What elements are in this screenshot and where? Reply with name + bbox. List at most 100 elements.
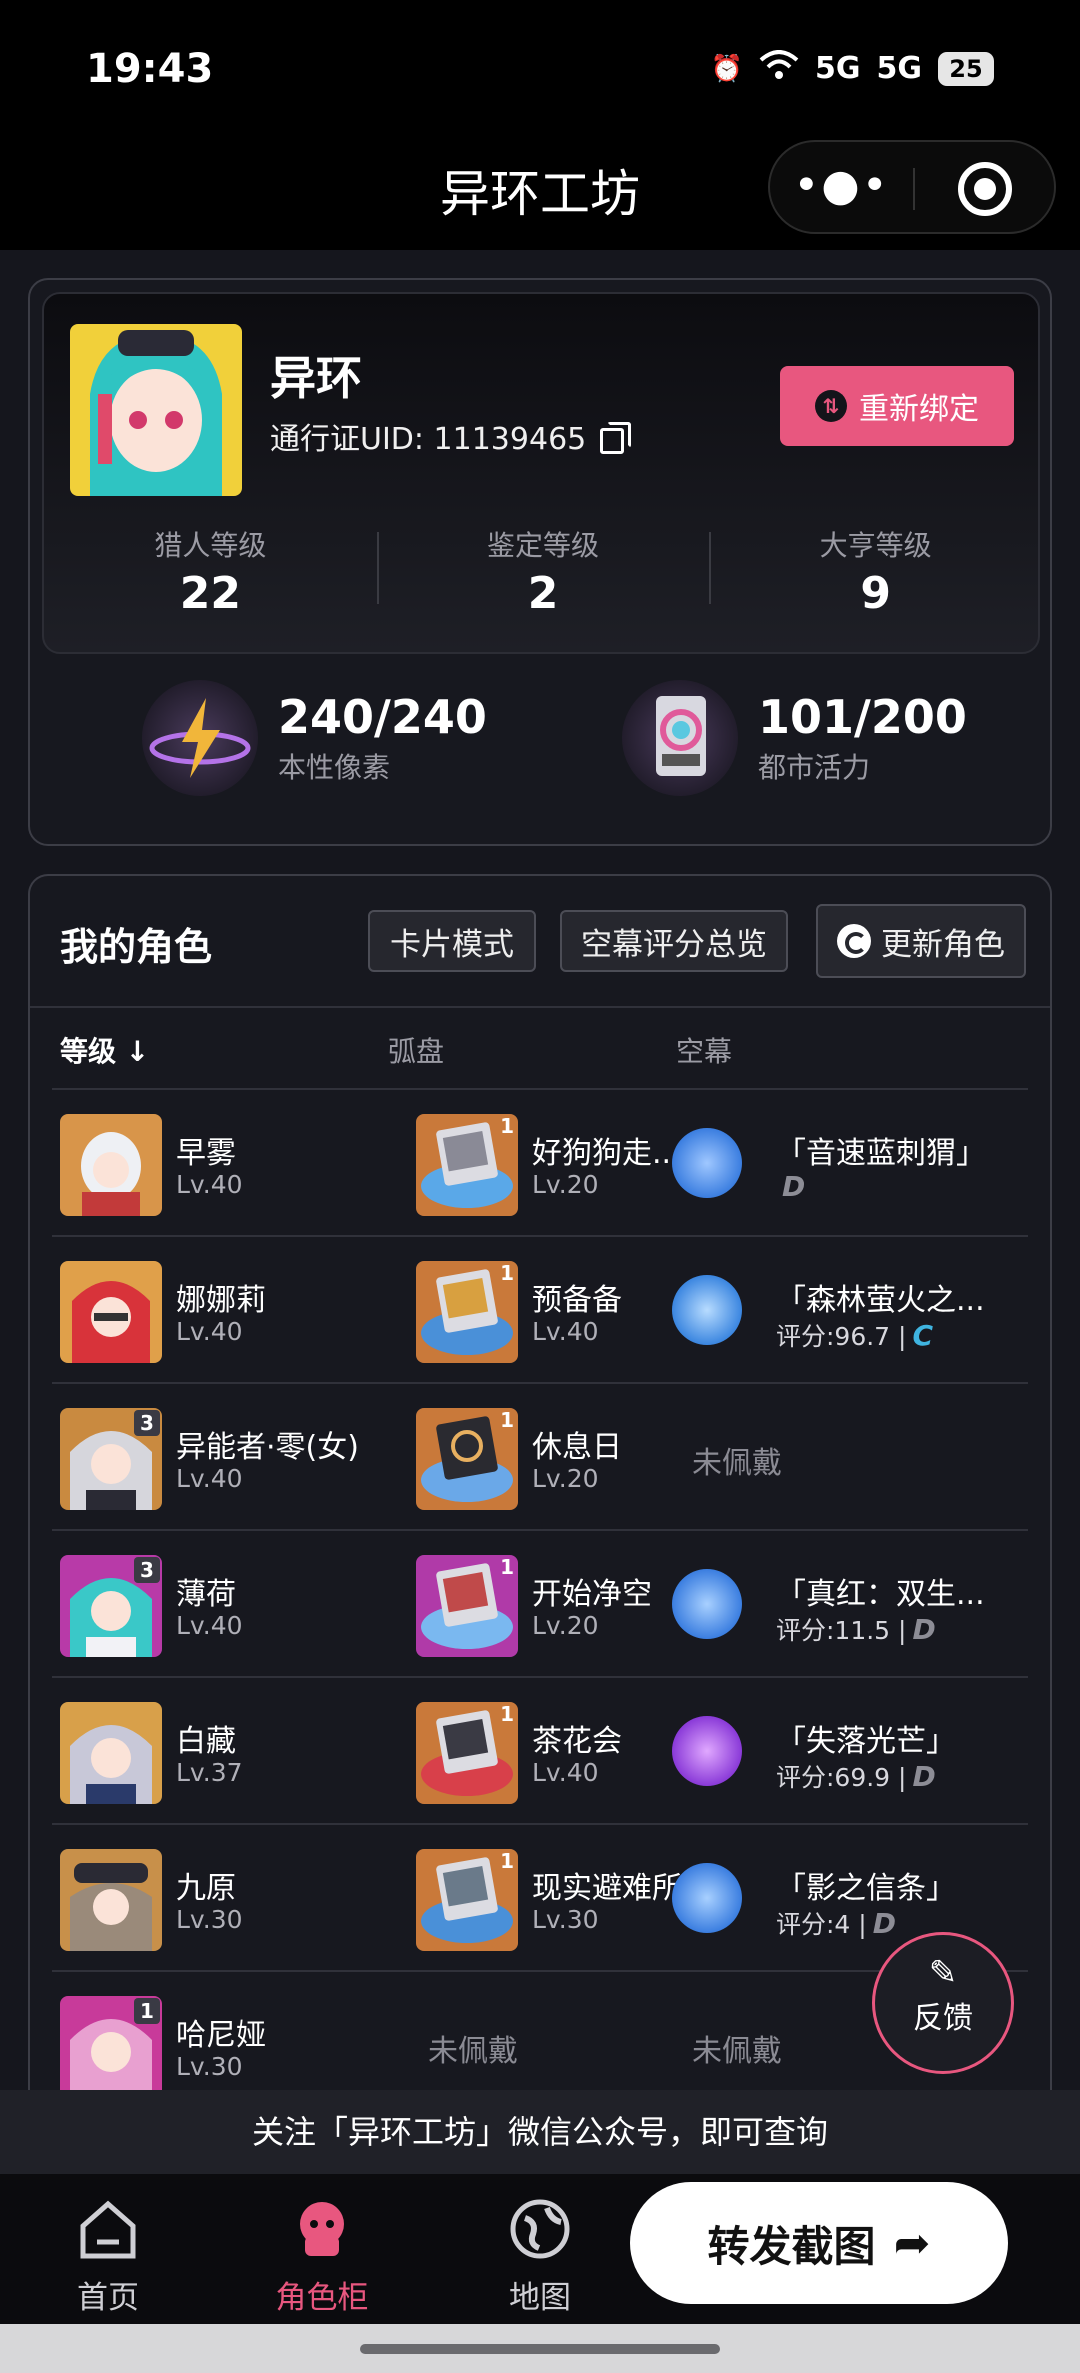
character-name: 早雾 bbox=[176, 1136, 236, 1171]
swap-icon: ⇅ bbox=[815, 390, 847, 422]
signal-icon-2: 5G bbox=[876, 51, 923, 86]
home-indicator[interactable] bbox=[360, 2344, 720, 2354]
table-row[interactable]: 3 薄荷 Lv.40 1 开始净空 Lv.20 「真红：双生... 评分:11.… bbox=[52, 1531, 1028, 1678]
table-row[interactable]: 早雾 Lv.40 1 好狗狗走... Lv.20 「音速蓝刺猬」 D bbox=[52, 1090, 1028, 1237]
table-row[interactable]: 3 异能者·零(女) Lv.40 1 休息日 Lv.20 未佩戴 bbox=[52, 1384, 1028, 1531]
table-row[interactable]: 九原 Lv.30 1 现实避难所 Lv.30 「影之信条」 评分:4 | D bbox=[52, 1825, 1028, 1972]
status-icons: ⏰ 5G 5G 25 bbox=[711, 50, 994, 87]
sky-name: 「失落光芒」 bbox=[776, 1724, 956, 1759]
sky-score-overview-button[interactable]: 空幕评分总览 bbox=[560, 910, 788, 972]
more-icon[interactable]: •●• bbox=[770, 160, 913, 211]
status-bar: 19:43 ⏰ 5G 5G 25 bbox=[0, 0, 1080, 140]
nav-label: 角色柜 bbox=[275, 2280, 369, 2316]
battery-icon: 25 bbox=[938, 51, 994, 86]
notice-bar: 关注「异环工坊」微信公众号，即可查询 bbox=[0, 2090, 1080, 2174]
character-name: 异能者·零(女) bbox=[176, 1430, 359, 1465]
uid-text: 通行证UID: 11139465 bbox=[270, 422, 587, 457]
character-portrait bbox=[60, 1114, 162, 1216]
disc-image: 1 bbox=[416, 1261, 518, 1363]
tycoon-level: 大亨等级 9 bbox=[709, 524, 1042, 619]
nav-label: 地图 bbox=[509, 2280, 571, 2316]
character-name: 薄荷 bbox=[176, 1577, 236, 1612]
status-time: 19:43 bbox=[86, 46, 214, 92]
table-row[interactable]: 白藏 Lv.37 1 茶花会 Lv.40 「失落光芒」 评分:69.9 | D bbox=[52, 1678, 1028, 1825]
hunter-level: 猎人等级 22 bbox=[44, 524, 377, 619]
grade-badge: C bbox=[912, 1319, 934, 1352]
disc-count-badge: 1 bbox=[500, 1555, 514, 1579]
score-text: 评分:69.9 | bbox=[776, 1763, 907, 1792]
share-screenshot-button[interactable]: 转发截图 ➦ bbox=[630, 2182, 1008, 2304]
appraisal-level: 鉴定等级 2 bbox=[376, 524, 710, 619]
character-portrait: 3 bbox=[60, 1555, 162, 1657]
disc-level: Lv.40 bbox=[532, 1758, 599, 1787]
feedback-button[interactable]: ✎ 反馈 bbox=[872, 1932, 1014, 2074]
disc-name: 现实避难所 bbox=[532, 1871, 682, 1906]
disc-level: Lv.40 bbox=[532, 1317, 599, 1346]
signal-icon-1: 5G bbox=[815, 51, 861, 86]
resource-value: 240/240 bbox=[278, 690, 487, 744]
feedback-label: 反馈 bbox=[913, 2001, 973, 2036]
sky-unequipped: 未佩戴 bbox=[692, 2034, 782, 2069]
character-level: Lv.30 bbox=[176, 2052, 243, 2081]
nav-label: 首页 bbox=[77, 2280, 139, 2316]
refresh-icon bbox=[837, 924, 871, 958]
sky-bolt-icon bbox=[672, 1863, 742, 1933]
level-label: 鉴定等级 bbox=[487, 529, 600, 562]
rank-badge: 1 bbox=[134, 1998, 160, 2024]
column-disc: 弧盘 bbox=[388, 1035, 445, 1068]
character-portrait: 3 bbox=[60, 1408, 162, 1510]
rebind-button[interactable]: ⇅ 重新绑定 bbox=[780, 366, 1014, 446]
uid-line: 通行证UID: 11139465 bbox=[270, 414, 632, 458]
capsule-divider bbox=[913, 168, 915, 210]
character-portrait bbox=[60, 1849, 162, 1951]
level-value: 9 bbox=[860, 568, 891, 619]
character-name: 哈尼娅 bbox=[176, 2018, 266, 2053]
share-arrow-icon: ➦ bbox=[893, 2217, 931, 2269]
roles-title: 我的角色 bbox=[60, 925, 213, 969]
wifi-icon bbox=[759, 50, 799, 87]
username: 异环 bbox=[270, 351, 362, 405]
system-gesture-bar bbox=[0, 2324, 1080, 2373]
level-value: 2 bbox=[527, 568, 559, 619]
profile-panel: 异环 通行证UID: 11139465 ⇅ 重新绑定 猎人等级 22 鉴定等级 … bbox=[28, 278, 1052, 846]
disc-level: Lv.20 bbox=[532, 1464, 599, 1493]
resources: 240/240 本性像素 101/200 都市活力 bbox=[30, 680, 1050, 830]
disc-count-badge: 1 bbox=[500, 1702, 514, 1726]
disc-level: Lv.20 bbox=[532, 1170, 599, 1199]
disc-name: 休息日 bbox=[532, 1430, 622, 1465]
sky-name: 「影之信条」 bbox=[776, 1871, 956, 1906]
sky-name: 「森林萤火之... bbox=[776, 1283, 985, 1318]
column-sky: 空幕 bbox=[676, 1035, 733, 1068]
score-text: 评分:4 | bbox=[776, 1910, 867, 1939]
nav-map[interactable]: 地图 bbox=[470, 2196, 610, 2317]
rebind-label: 重新绑定 bbox=[859, 392, 979, 427]
role-cabinet-icon bbox=[289, 2196, 355, 2262]
disc-image: 1 bbox=[416, 1408, 518, 1510]
nav-home[interactable]: 首页 bbox=[38, 2196, 178, 2317]
nav-roles[interactable]: 角色柜 bbox=[252, 2196, 392, 2317]
sky-name: 「音速蓝刺猬」 bbox=[776, 1136, 986, 1171]
resource-value: 101/200 bbox=[758, 690, 967, 744]
feather-icon: ✎ bbox=[928, 1953, 958, 1993]
disc-count-badge: 1 bbox=[500, 1114, 514, 1138]
bottom-nav: 首页 角色柜 地图 转发截图 ➦ bbox=[0, 2174, 1080, 2324]
character-name: 白藏 bbox=[176, 1724, 236, 1759]
close-target-icon[interactable] bbox=[958, 162, 1012, 216]
vitality-card-icon bbox=[622, 680, 738, 796]
card-mode-button[interactable]: 卡片模式 bbox=[368, 910, 536, 972]
copy-icon[interactable] bbox=[600, 422, 632, 454]
level-label: 猎人等级 bbox=[154, 529, 267, 562]
disc-name: 开始净空 bbox=[532, 1577, 652, 1612]
rank-badge: 3 bbox=[134, 1410, 160, 1436]
disc-image: 1 bbox=[416, 1114, 518, 1216]
roles-panel: 我的角色 卡片模式 空幕评分总览 更新角色 等级 ↓ 弧盘 空幕 早雾 Lv.4… bbox=[28, 874, 1052, 2090]
sky-score: 评分:69.9 | D bbox=[776, 1758, 936, 1794]
rank-badge: 3 bbox=[134, 1557, 160, 1583]
column-level-sort[interactable]: 等级 ↓ bbox=[60, 1030, 149, 1070]
disc-name: 预备备 bbox=[532, 1283, 622, 1318]
disc-level: Lv.30 bbox=[532, 1905, 599, 1934]
character-level: Lv.40 bbox=[176, 1317, 243, 1346]
refresh-roles-button[interactable]: 更新角色 bbox=[816, 904, 1026, 978]
grade-badge: D bbox=[912, 1613, 936, 1646]
table-row[interactable]: 娜娜莉 Lv.40 1 预备备 Lv.40 「森林萤火之... 评分:96.7 … bbox=[52, 1237, 1028, 1384]
